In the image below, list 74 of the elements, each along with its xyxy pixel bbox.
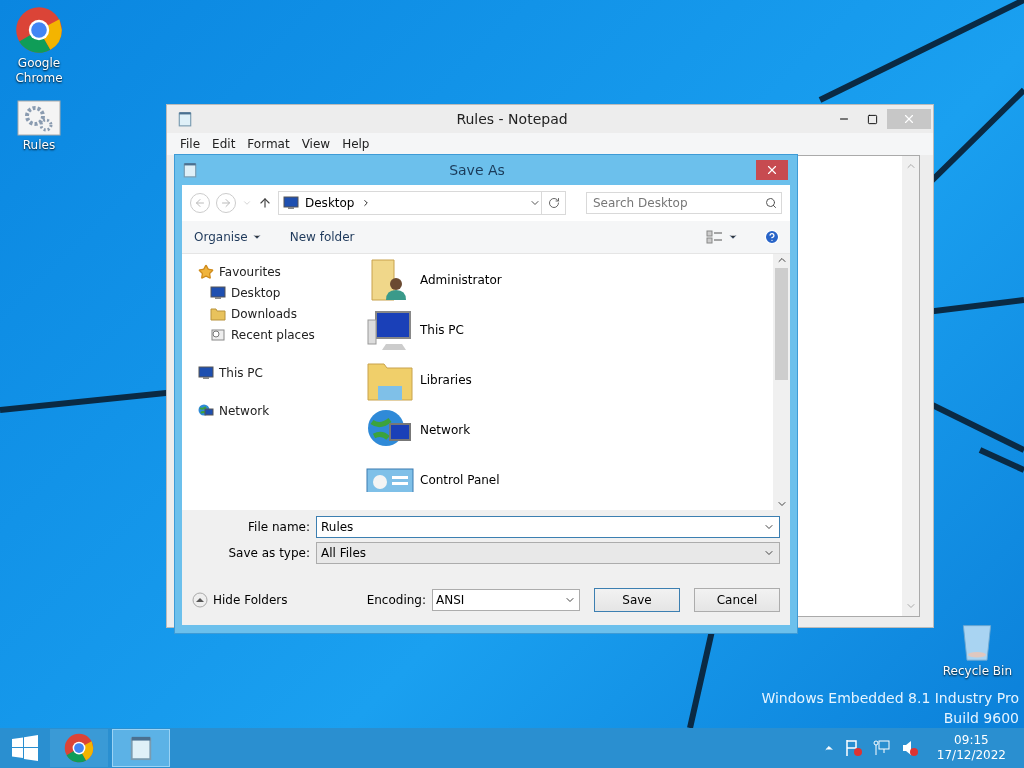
field-label: File name:: [247, 520, 310, 534]
encoding-dropdown[interactable]: ANSI: [432, 589, 580, 611]
scrollbar[interactable]: [902, 156, 919, 616]
collapse-icon: [192, 592, 208, 608]
folder-item[interactable]: Libraries: [366, 358, 773, 402]
chrome-shortcut-icon[interactable]: [15, 6, 63, 54]
dialog-button[interactable]: Cancel: [694, 588, 780, 612]
nav-tree-item[interactable]: Network: [198, 403, 352, 419]
nav-tree-item[interactable]: Recent places: [210, 327, 352, 343]
speaker-muted-icon[interactable]: [900, 739, 919, 757]
menu-item[interactable]: Help: [337, 137, 375, 151]
recent-places-icon: [210, 327, 226, 343]
network-icon: [198, 403, 214, 419]
file-name-field[interactable]: Rules: [316, 516, 780, 538]
menu-item[interactable]: File: [175, 137, 206, 151]
scrollbar[interactable]: [773, 254, 790, 510]
folder-item[interactable]: Administrator: [366, 258, 773, 302]
save-type-dropdown[interactable]: All Files: [316, 542, 780, 564]
caret-icon: [251, 232, 262, 242]
edition-text: Windows Embedded 8.1 Industry Pro: [761, 690, 1019, 706]
maximize-icon: [866, 113, 878, 125]
folder-item[interactable]: This PC: [366, 308, 773, 352]
desktop-icon-label[interactable]: Recycle Bin: [942, 664, 1012, 679]
back-arrow-icon: [194, 197, 206, 209]
field-label: Save as type:: [227, 546, 310, 560]
nav-tree-item[interactable]: Favourites: [198, 264, 352, 280]
forward-arrow-icon: [220, 197, 232, 209]
edition-text: Build 9600: [943, 710, 1019, 726]
clock[interactable]: 09:15 17/12/2022: [936, 733, 1006, 763]
back-button[interactable]: [190, 193, 210, 213]
close-button[interactable]: [756, 160, 788, 180]
help-icon[interactable]: [764, 229, 780, 245]
notepad-icon: [177, 111, 193, 127]
notepad-icon: [128, 735, 154, 761]
notepad-icon: [182, 162, 198, 178]
toolbar-button[interactable]: Organise: [192, 228, 264, 246]
toolbar-button[interactable]: New folder: [287, 228, 357, 246]
search-field[interactable]: Search Desktop: [586, 192, 782, 214]
desktop-icon-label[interactable]: Rules: [22, 138, 56, 153]
computer-icon: [198, 365, 214, 381]
flag-error-icon[interactable]: [844, 739, 863, 757]
monitor-icon: [210, 285, 226, 301]
forward-button[interactable]: [216, 193, 236, 213]
caret-icon: [728, 232, 738, 242]
dialog-button[interactable]: Save: [594, 588, 680, 612]
menu-item[interactable]: Edit: [207, 137, 241, 151]
nav-tree-item[interactable]: This PC: [198, 365, 352, 381]
close-icon: [765, 163, 779, 177]
taskbar-app[interactable]: [112, 729, 170, 767]
dialog-title: Save As: [448, 162, 506, 178]
folder-item[interactable]: Control Panel: [366, 458, 773, 502]
window-title: Rules - Notepad: [455, 111, 569, 127]
nav-tree-item[interactable]: Desktop: [210, 285, 352, 301]
menu-item[interactable]: Format: [242, 137, 295, 151]
folder-icon: [210, 306, 226, 322]
monitor-icon: [283, 195, 299, 211]
details-view-icon: [706, 230, 724, 244]
search-icon[interactable]: [765, 197, 777, 209]
hide-folders-button[interactable]: Hide Folders: [192, 592, 288, 608]
nav-tree-item[interactable]: Downloads: [210, 306, 352, 322]
up-arrow-icon[interactable]: [258, 196, 272, 210]
network-icon[interactable]: [872, 739, 891, 757]
taskbar-app[interactable]: [50, 729, 108, 767]
desktop-icon-label[interactable]: Google Chrome: [4, 56, 74, 86]
gears-icon[interactable]: [17, 100, 61, 136]
windows-logo: [12, 735, 38, 761]
field-label: Encoding:: [366, 593, 426, 607]
folder-item[interactable]: Network: [366, 408, 773, 452]
star-icon: [198, 264, 214, 280]
chrome-icon: [64, 733, 94, 763]
close-icon: [902, 112, 916, 126]
control-panel-icon: [366, 468, 414, 492]
refresh-icon: [547, 197, 560, 209]
menu-item[interactable]: View: [296, 137, 336, 151]
